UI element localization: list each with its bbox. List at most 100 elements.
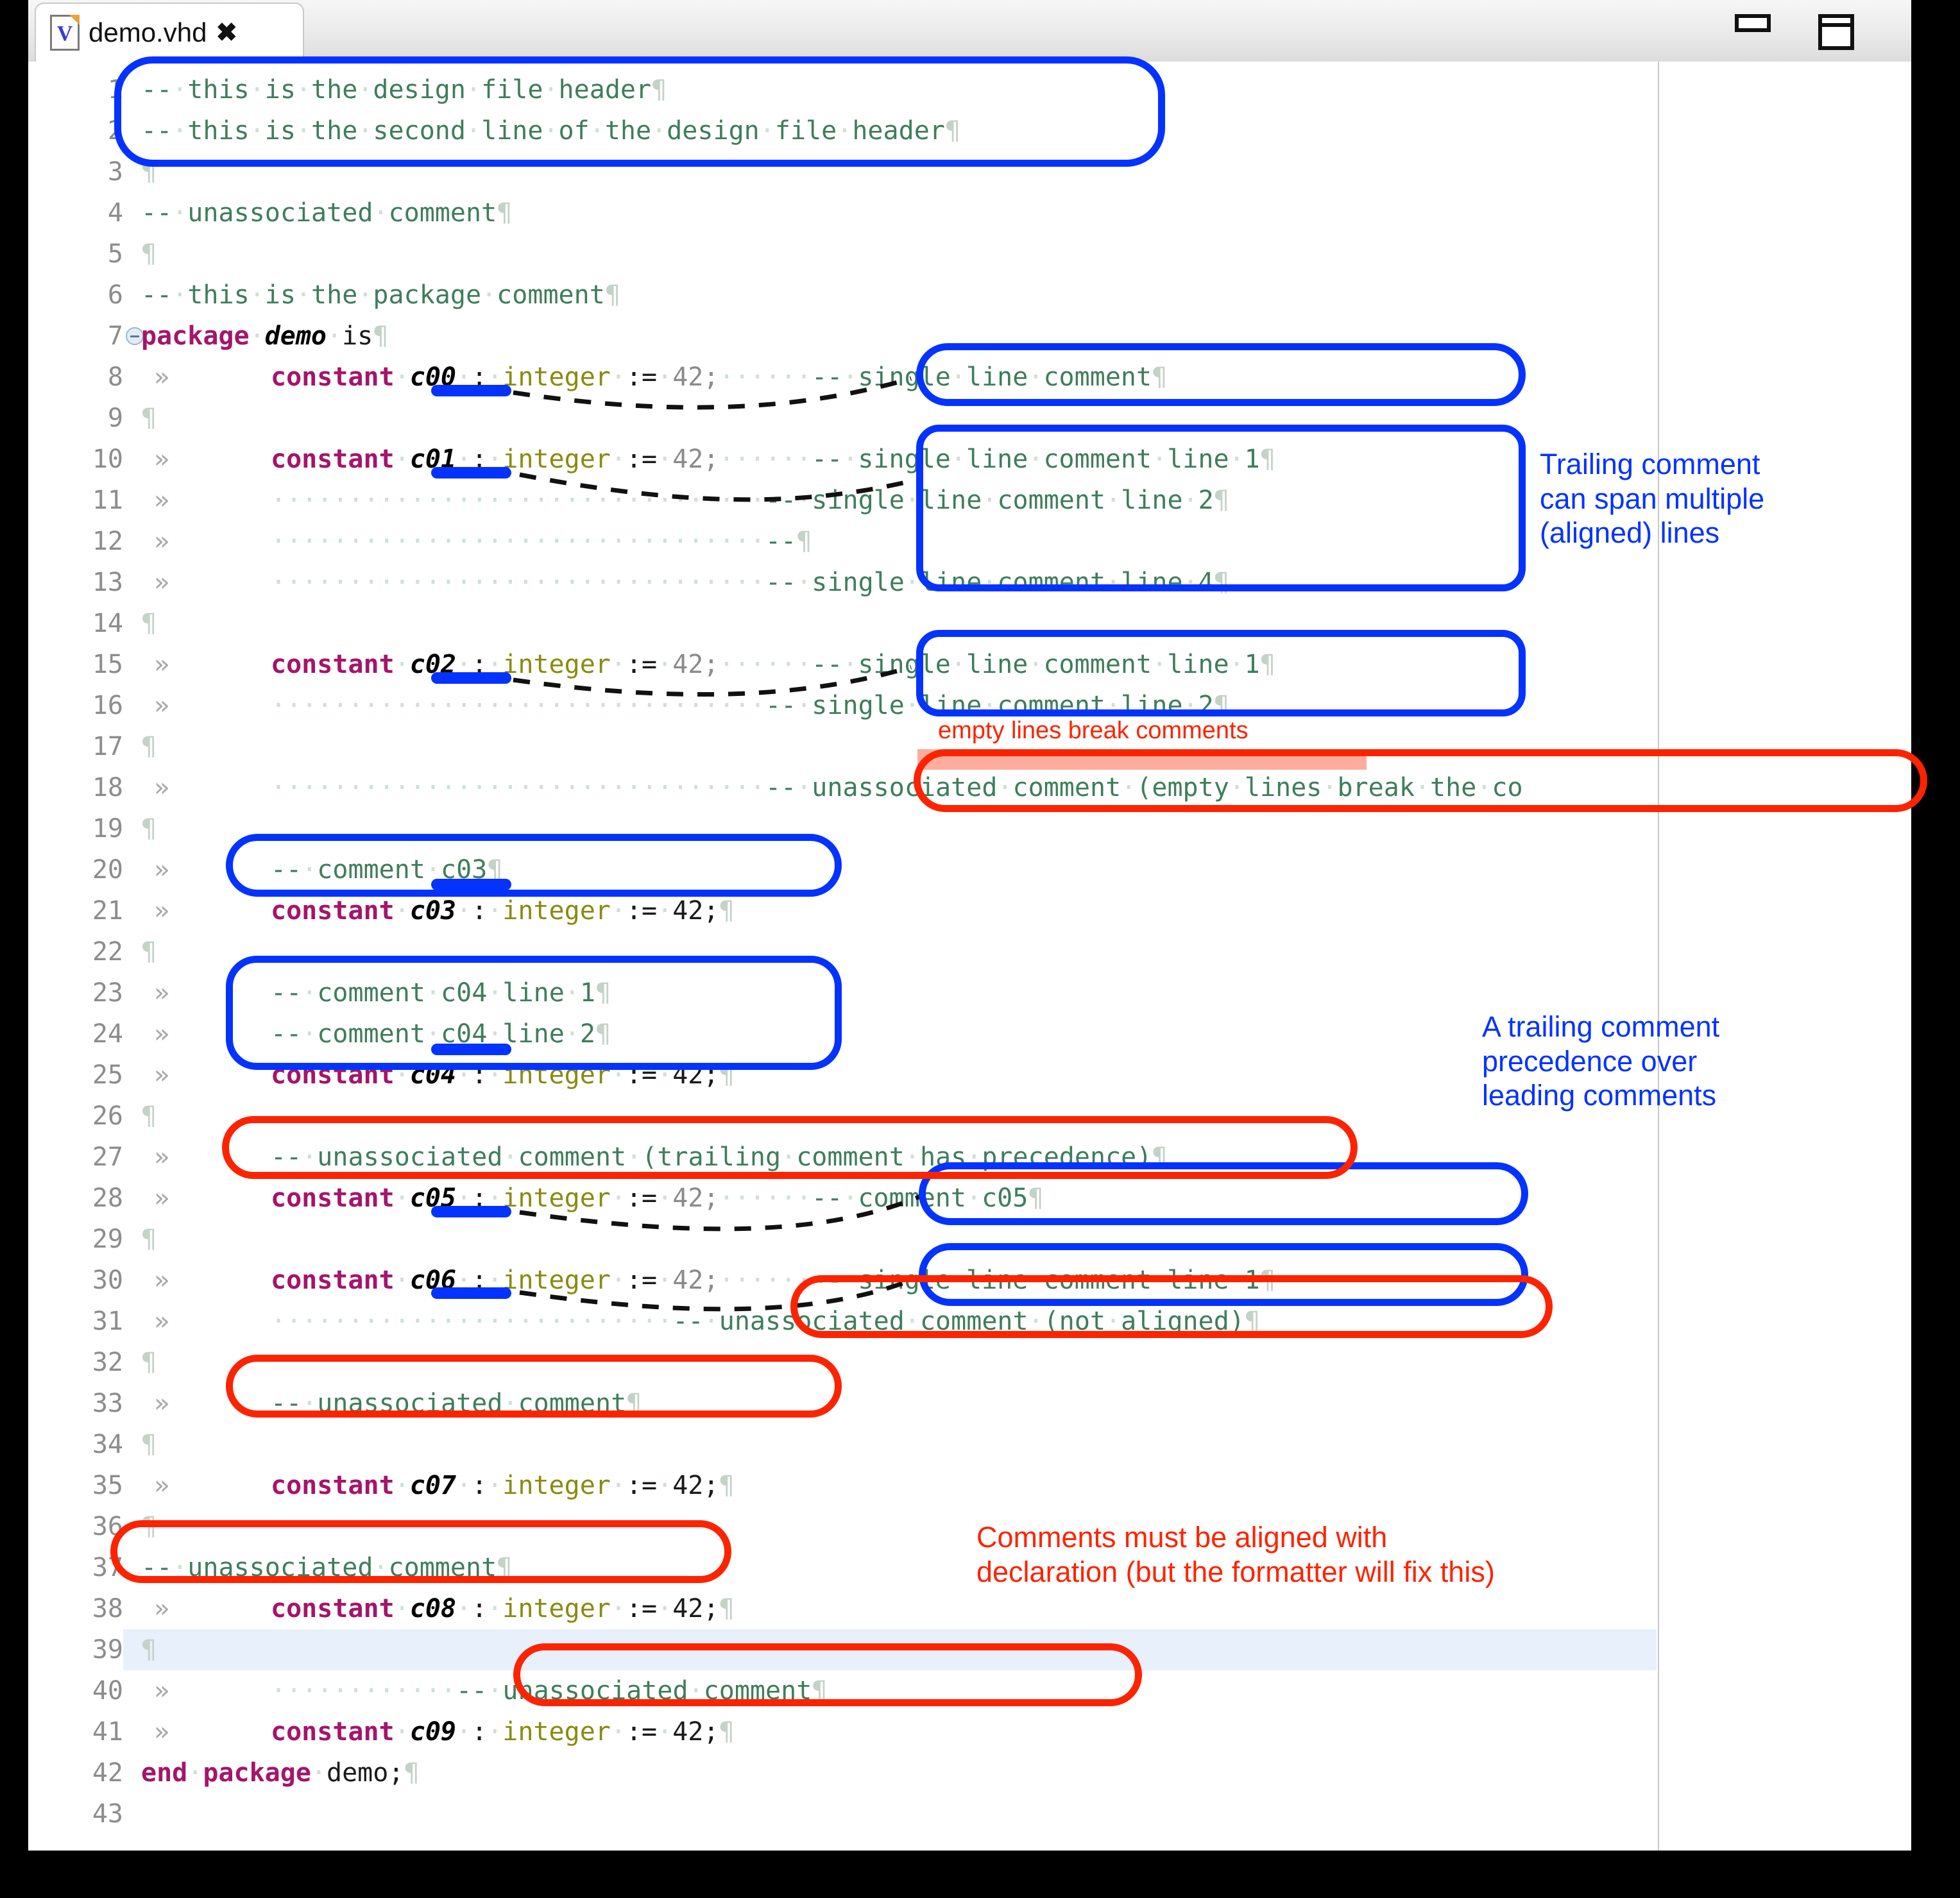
code-line-text: --·comment·c04·line·1¶ [271, 978, 611, 1008]
maximize-icon[interactable] [1818, 14, 1854, 50]
code-line-text: ¶ [141, 1512, 157, 1541]
underline-c06 [431, 1287, 511, 1299]
code-line[interactable]: 28 » constant·c05·:·integer·:=·42;······--… [28, 1178, 1911, 1219]
code-line[interactable]: 8 » constant·c00·:·integer·:=·42;······--·… [28, 357, 1911, 398]
code-line[interactable]: 22 ¶ [28, 931, 1911, 972]
tab-marker-icon: » [154, 527, 170, 556]
code-line[interactable]: 27 » --·unassociated·comment·(trailing·com… [28, 1137, 1911, 1178]
code-line[interactable]: 9 ¶ [28, 398, 1911, 439]
code-line-text: ¶ [141, 157, 157, 187]
code-line[interactable]: 18 » ································--·un… [28, 767, 1911, 808]
vhdl-file-icon: V [50, 15, 80, 51]
code-line-text: ¶ [141, 1101, 157, 1131]
underline-c00 [431, 385, 511, 396]
code-line[interactable]: 14 ¶ [28, 603, 1911, 644]
code-line[interactable]: 15 » constant·c02·:·integer·:=·42;······--… [28, 644, 1911, 685]
code-line[interactable]: 38 » constant·c08·:·integer·:=·42;¶ [28, 1588, 1911, 1629]
line-number: 11 [92, 486, 123, 515]
close-icon[interactable]: ✖ [216, 20, 237, 46]
line-number: 17 [92, 732, 123, 761]
red-tint-line18 [917, 749, 1367, 770]
line-number: 15 [92, 650, 123, 679]
code-line[interactable]: 1 --·this·is·the·design·file·header¶ [28, 69, 1911, 110]
tab-marker-icon: » [154, 1060, 170, 1090]
code-line-text: ································--·singl… [271, 568, 1229, 597]
code-line[interactable]: 3 ¶ [28, 151, 1911, 192]
code-line-text: ································--·singl… [271, 486, 1229, 515]
code-line-text: constant·c02·:·integer·:=·42;······--·si… [271, 650, 1275, 679]
line-number: 34 [92, 1430, 123, 1459]
code-line[interactable]: 23 » --·comment·c04·line·1¶ [28, 972, 1911, 1013]
note-empty-lines: empty lines break comments [938, 717, 1248, 744]
tab-marker-icon: » [154, 568, 170, 597]
code-line[interactable]: 43 [28, 1793, 1911, 1834]
tab-marker-icon: » [154, 773, 170, 802]
screenshot-root: V demo.vhd ✖ 1 --·this·is·the·design·file… [0, 0, 1960, 1898]
tab-marker-icon: » [154, 1471, 170, 1500]
editor-tab-demo-vhd[interactable]: V demo.vhd ✖ [35, 3, 304, 62]
code-line-text: --·unassociated·comment·(trailing·commen… [271, 1142, 1168, 1172]
code-line-text: constant·c05·:·integer·:=·42;······--·co… [271, 1183, 1044, 1213]
vhdl-file-icon-letter: V [56, 22, 73, 46]
tab-marker-icon: » [154, 1676, 170, 1706]
line-number: 42 [92, 1758, 123, 1788]
code-line-text: ¶ [141, 1430, 157, 1459]
tab-marker-icon: » [154, 1307, 170, 1336]
code-line[interactable]: 6 --·this·is·the·package·comment¶ [28, 275, 1911, 316]
line-number: 14 [92, 609, 123, 638]
tab-marker-icon: » [154, 1594, 170, 1623]
code-line-text: --·this·is·the·package·comment¶ [141, 280, 620, 310]
code-line[interactable]: 21 » constant·c03·:·integer·:=·42;¶ [28, 890, 1911, 931]
code-line[interactable]: 34 ¶ [28, 1424, 1911, 1465]
line-number: 27 [92, 1142, 123, 1172]
code-line-text: constant·c09·:·integer·:=·42;¶ [271, 1717, 735, 1747]
code-line[interactable]: 32 ¶ [28, 1342, 1911, 1383]
code-line-text: ¶ [141, 403, 157, 433]
underline-c01 [431, 467, 511, 479]
code-line-text: ¶ [141, 732, 157, 761]
code-line[interactable]: 31 » ··························--·unassoci… [28, 1301, 1911, 1342]
line-number: 24 [92, 1019, 123, 1049]
note-trailing-span: Trailing comment can span multiple (alig… [1540, 448, 1765, 550]
code-line[interactable]: 5 ¶ [28, 233, 1911, 275]
minimize-icon[interactable] [1735, 14, 1771, 32]
code-line[interactable]: 33 » --·unassociated·comment¶ [28, 1383, 1911, 1424]
line-number: 7 [107, 321, 123, 351]
code-line[interactable]: 35 » constant·c07·:·integer·:=·42;¶ [28, 1465, 1911, 1506]
code-line[interactable]: 13 » ································--·si… [28, 562, 1911, 603]
code-line[interactable]: 7 package·demo·is¶ [28, 316, 1911, 357]
line-number: 1 [107, 75, 123, 105]
editor-titlebar: V demo.vhd ✖ [28, 0, 1911, 63]
tab-marker-icon: » [154, 1019, 170, 1049]
note-precedence: A trailing comment precedence over leadi… [1482, 1010, 1720, 1112]
code-line[interactable]: 42 end·package·demo;¶ [28, 1752, 1911, 1793]
line-number: 36 [92, 1512, 123, 1541]
code-line[interactable]: 19 ¶ [28, 808, 1911, 849]
line-number: 30 [92, 1266, 123, 1295]
code-line[interactable]: 39 ¶ [28, 1629, 1911, 1670]
code-line[interactable]: 2 --·this·is·the·second·line·of·the·desig… [28, 110, 1911, 151]
tab-marker-icon: » [154, 1389, 170, 1418]
code-line[interactable]: 41 » constant·c09·:·integer·:=·42;¶ [28, 1711, 1911, 1752]
tab-marker-icon: » [154, 445, 170, 474]
code-line[interactable]: 20» --·comment·c03¶ [28, 849, 1911, 890]
line-number: 18 [92, 773, 123, 802]
line-number: 29 [92, 1224, 123, 1254]
tab-marker-icon: » [154, 362, 170, 392]
code-line-text: ··························--·unassociate… [271, 1307, 1260, 1336]
code-line[interactable]: 4 --·unassociated·comment¶ [28, 192, 1911, 233]
line-number: 6 [107, 280, 123, 310]
code-line-text: constant·c04·:·integer·:=·42;¶ [271, 1060, 735, 1090]
editor-tab-label: demo.vhd [89, 17, 207, 47]
code-line[interactable]: 40 » ············--·unassociated·comment¶ [28, 1670, 1911, 1711]
line-number: 5 [107, 239, 123, 269]
line-number: 43 [92, 1799, 123, 1829]
tab-marker-icon: » [154, 650, 170, 679]
line-number: 12 [92, 527, 123, 556]
underline-c04 [431, 1044, 511, 1055]
code-line[interactable]: 30 » constant·c06·:·integer·:=·42;······--… [28, 1260, 1911, 1301]
line-number: 35 [92, 1471, 123, 1500]
code-line-text: constant·c03·:·integer·:=·42;¶ [271, 896, 735, 926]
code-line[interactable]: 29 ¶ [28, 1219, 1911, 1260]
line-number: 37 [92, 1553, 123, 1582]
